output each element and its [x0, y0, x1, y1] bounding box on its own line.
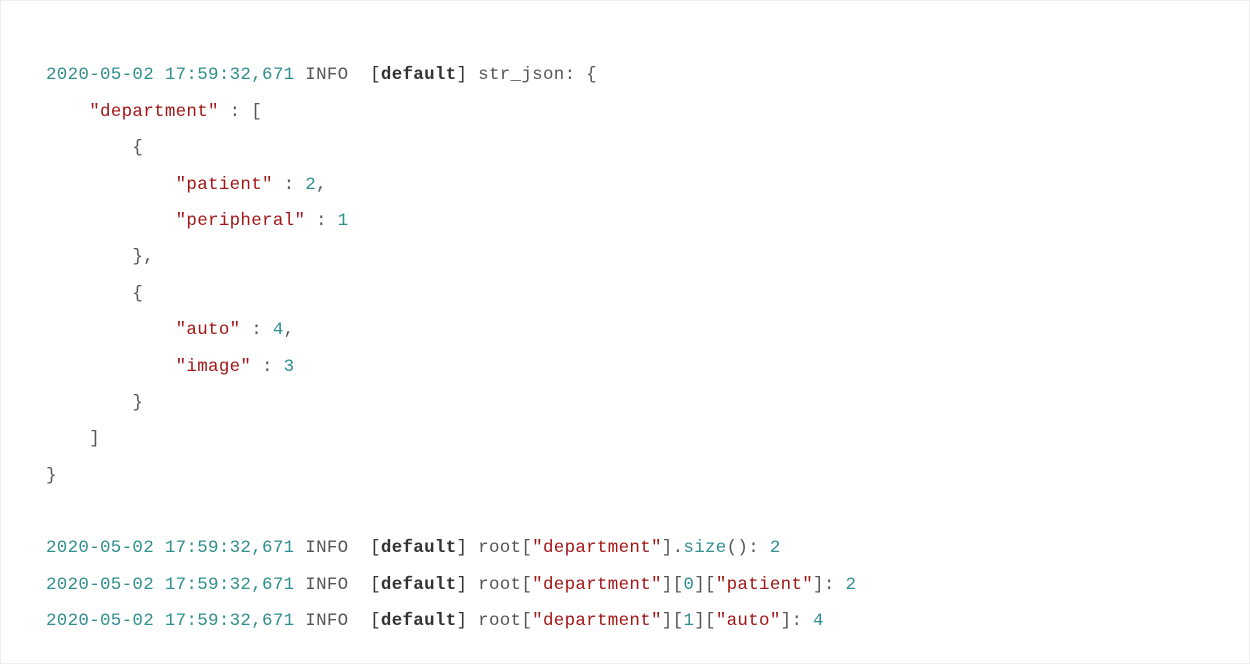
bracket: [: [370, 611, 381, 631]
json-line: "patient" : 2,: [46, 175, 327, 195]
text: ():: [727, 538, 770, 558]
blank-line: [46, 502, 57, 522]
json-key: "patient": [176, 175, 273, 195]
json-key: "department": [532, 611, 662, 631]
json-value: 2: [305, 175, 316, 195]
timestamp: 2020-05-02 17:59:32,671: [46, 65, 294, 85]
bracket: [: [370, 538, 381, 558]
colon: :: [251, 357, 283, 377]
json-value: 4: [273, 320, 284, 340]
log-level: INFO: [305, 611, 348, 631]
text: root[: [478, 538, 532, 558]
json-line: }: [46, 466, 57, 486]
json-line: {: [46, 138, 143, 158]
json-key: "peripheral": [176, 211, 306, 231]
text: ]:: [813, 575, 845, 595]
colon: :: [273, 175, 305, 195]
comma: ,: [316, 175, 327, 195]
json-line: ]: [46, 429, 100, 449]
logger-name: default: [381, 538, 457, 558]
brace: {: [132, 284, 143, 304]
text: ][: [662, 611, 684, 631]
comma: ,: [284, 320, 295, 340]
json-key: "department": [532, 538, 662, 558]
text: ][: [694, 611, 716, 631]
brace: }: [132, 393, 143, 413]
json-line: "auto" : 4,: [46, 320, 294, 340]
logger-name: default: [381, 575, 457, 595]
bracket: [: [370, 65, 381, 85]
logger-name: default: [381, 65, 457, 85]
text: root[: [478, 575, 532, 595]
json-line: "peripheral" : 1: [46, 211, 348, 231]
log-line: 2020-05-02 17:59:32,671 INFO [default] r…: [46, 611, 824, 631]
value: 2: [770, 538, 781, 558]
log-level: INFO: [305, 538, 348, 558]
json-key: "auto": [176, 320, 241, 340]
index: 1: [683, 611, 694, 631]
json-key: "department": [89, 102, 219, 122]
text: ].: [662, 538, 684, 558]
logger-name: default: [381, 611, 457, 631]
bracket: ]: [89, 429, 100, 449]
log-line: 2020-05-02 17:59:32,671 INFO [default] s…: [46, 65, 597, 85]
index: 0: [683, 575, 694, 595]
json-line: "department" : [: [46, 102, 262, 122]
function-name: size: [683, 538, 726, 558]
comma: ,: [143, 247, 154, 267]
timestamp: 2020-05-02 17:59:32,671: [46, 538, 294, 558]
bracket: ]: [457, 538, 468, 558]
bracket: ]: [457, 65, 468, 85]
json-line: }: [46, 393, 143, 413]
bracket: [: [251, 102, 262, 122]
json-key: "patient": [716, 575, 813, 595]
value: 2: [845, 575, 856, 595]
timestamp: 2020-05-02 17:59:32,671: [46, 611, 294, 631]
bracket: [: [370, 575, 381, 595]
log-message: str_json: {: [478, 65, 597, 85]
json-value: 3: [284, 357, 295, 377]
json-key: "image": [176, 357, 252, 377]
log-output: 2020-05-02 17:59:32,671 INFO [default] s…: [46, 21, 1231, 640]
brace: }: [132, 247, 143, 267]
json-key: "auto": [716, 611, 781, 631]
text: ][: [694, 575, 716, 595]
bracket: ]: [457, 575, 468, 595]
json-line: "image" : 3: [46, 357, 294, 377]
log-line: 2020-05-02 17:59:32,671 INFO [default] r…: [46, 575, 856, 595]
json-line: {: [46, 284, 143, 304]
colon: :: [240, 320, 272, 340]
value: 4: [813, 611, 824, 631]
log-level: INFO: [305, 65, 348, 85]
text: ][: [662, 575, 684, 595]
timestamp: 2020-05-02 17:59:32,671: [46, 575, 294, 595]
json-key: "department": [532, 575, 662, 595]
colon: :: [219, 102, 251, 122]
brace: {: [132, 138, 143, 158]
log-level: INFO: [305, 575, 348, 595]
json-value: 1: [338, 211, 349, 231]
log-line: 2020-05-02 17:59:32,671 INFO [default] r…: [46, 538, 781, 558]
json-line: },: [46, 247, 154, 267]
brace: }: [46, 466, 57, 486]
text: ]:: [781, 611, 813, 631]
colon: :: [305, 211, 337, 231]
text: root[: [478, 611, 532, 631]
bracket: ]: [457, 611, 468, 631]
